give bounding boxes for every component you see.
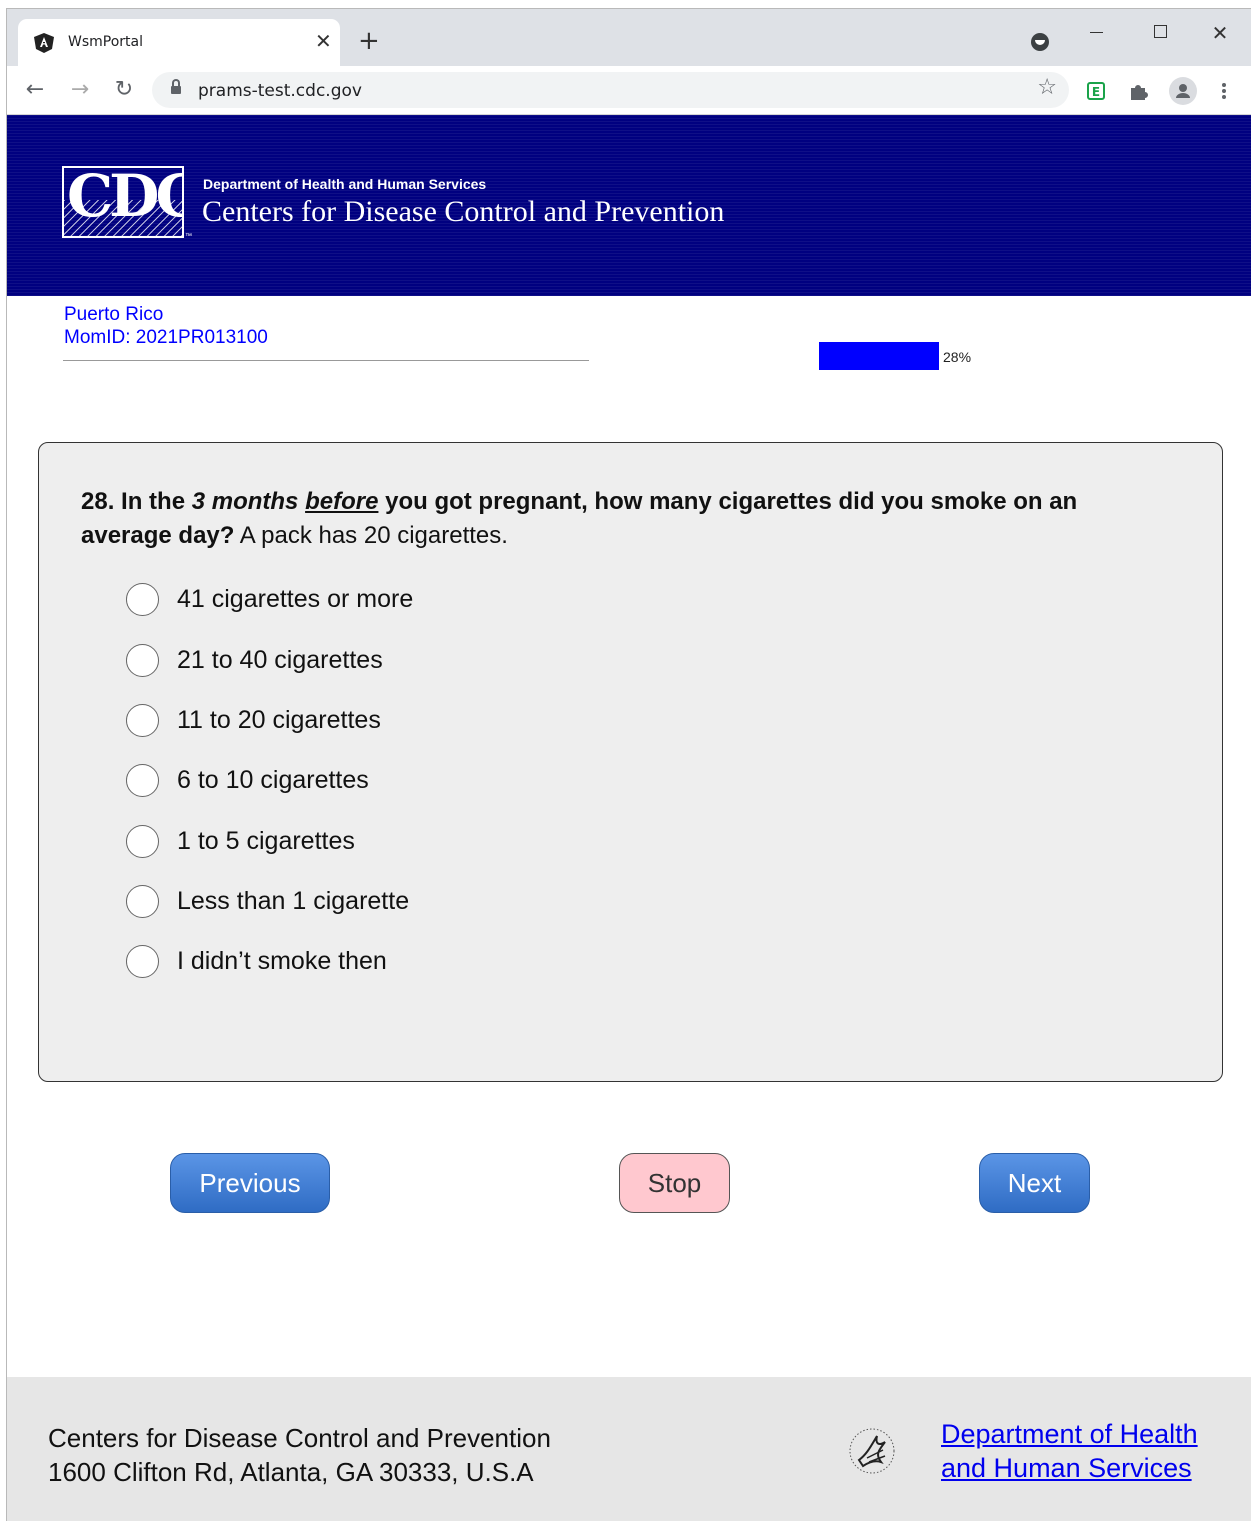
browser-tab[interactable]: WsmPortal ✕ [18, 19, 340, 66]
info-divider [63, 360, 589, 361]
hhs-link[interactable]: Department of Health and Human Services [941, 1417, 1198, 1485]
answer-option[interactable]: 41 cigarettes or more [126, 582, 413, 616]
answer-option[interactable]: Less than 1 cigarette [126, 884, 409, 918]
footer-address: 1600 Clifton Rd, Atlanta, GA 30333, U.S.… [48, 1457, 534, 1487]
question-card: 28. In the 3 months before you got pregn… [38, 442, 1223, 1082]
url-text: prams-test.cdc.gov [198, 81, 362, 101]
radio-button[interactable] [126, 884, 159, 918]
hhs-link-line2: and Human Services [941, 1453, 1192, 1483]
extensions-puzzle-icon[interactable] [1127, 80, 1149, 102]
footer-org-name: Centers for Disease Control and Preventi… [48, 1423, 551, 1453]
answer-option-label: 21 to 40 cigarettes [177, 645, 383, 674]
radio-button[interactable] [126, 703, 159, 737]
question-emphasis-before: before [305, 488, 379, 515]
green-extension-icon[interactable]: E [1085, 80, 1107, 102]
radio-button[interactable] [126, 582, 159, 616]
cdc-logo: CDC [62, 166, 184, 238]
previous-button[interactable]: Previous [170, 1153, 330, 1213]
progress-label: 28% [943, 349, 972, 365]
question-note: A pack has 20 cigarettes. [234, 522, 508, 549]
lock-icon [171, 79, 181, 94]
cdc-banner: CDC ™ Department of Health and Human Ser… [7, 115, 1251, 296]
forward-icon[interactable]: → [64, 74, 96, 106]
reload-icon[interactable]: ↻ [108, 74, 140, 106]
question-text: 28. In the 3 months before you got pregn… [81, 485, 1161, 553]
page-content: CDC ™ Department of Health and Human Ser… [7, 115, 1251, 1521]
answer-option-label: 41 cigarettes or more [177, 584, 414, 613]
maximize-icon[interactable] [1137, 16, 1183, 50]
stop-button[interactable]: Stop [619, 1153, 730, 1213]
progress-bar-fill [819, 342, 939, 370]
radio-button[interactable] [126, 824, 159, 858]
new-tab-icon[interactable]: + [358, 28, 380, 54]
question-part1: In the [121, 488, 192, 515]
radio-button[interactable] [126, 643, 159, 677]
answer-option[interactable]: 21 to 40 cigarettes [126, 643, 383, 677]
respondent-mom-id: MomID: 2021PR013100 [64, 327, 268, 348]
dept-small-title: Department of Health and Human Services [203, 176, 487, 192]
answer-option-label: 11 to 20 cigarettes [177, 705, 381, 734]
question-emphasis-timeframe: 3 months [191, 488, 299, 515]
browser-toolbar: ← → ↻ prams-test.cdc.gov ☆ E [7, 66, 1251, 115]
radio-button[interactable] [126, 944, 159, 978]
dept-large-title: Centers for Disease Control and Preventi… [202, 195, 725, 228]
close-window-icon[interactable]: ✕ [1197, 16, 1243, 50]
answer-option[interactable]: 11 to 20 cigarettes [126, 703, 381, 737]
profile-avatar-icon[interactable] [1169, 77, 1197, 105]
hhs-eagle-logo-icon [849, 1428, 895, 1474]
tab-strip: WsmPortal ✕ + ✕ [7, 9, 1251, 66]
hhs-link-line1: Department of Health [941, 1419, 1198, 1449]
footer: Centers for Disease Control and Preventi… [7, 1377, 1251, 1521]
address-bar[interactable]: prams-test.cdc.gov ☆ [152, 72, 1069, 108]
cdc-logo-text: CDC [67, 166, 182, 230]
respondent-state: Puerto Rico [64, 304, 164, 325]
browser-window: WsmPortal ✕ + ✕ ← → ↻ prams-test.cdc.gov… [6, 8, 1251, 1521]
trademark-mark: ™ [185, 233, 192, 240]
radio-button[interactable] [126, 763, 159, 797]
angular-favicon-icon [34, 33, 54, 53]
question-number: 28. [81, 488, 115, 515]
answer-option-label: I didn’t smoke then [177, 946, 387, 975]
media-control-icon[interactable] [1031, 33, 1049, 51]
browser-menu-icon[interactable] [1213, 80, 1235, 102]
answer-option[interactable]: I didn’t smoke then [126, 944, 387, 978]
tab-title: WsmPortal [68, 34, 143, 50]
answer-option[interactable]: 6 to 10 cigarettes [126, 763, 369, 797]
answer-option[interactable]: 1 to 5 cigarettes [126, 824, 355, 858]
tab-close-icon[interactable]: ✕ [315, 30, 332, 52]
progress-bar [819, 342, 939, 370]
next-button[interactable]: Next [979, 1153, 1090, 1213]
minimize-icon[interactable] [1073, 16, 1119, 50]
answer-option-label: 1 to 5 cigarettes [177, 826, 355, 855]
answer-option-label: 6 to 10 cigarettes [177, 765, 369, 794]
bookmark-star-icon[interactable]: ☆ [1037, 75, 1057, 100]
answer-option-label: Less than 1 cigarette [177, 886, 410, 915]
back-icon[interactable]: ← [19, 74, 51, 106]
svg-text:E: E [1092, 85, 1100, 99]
